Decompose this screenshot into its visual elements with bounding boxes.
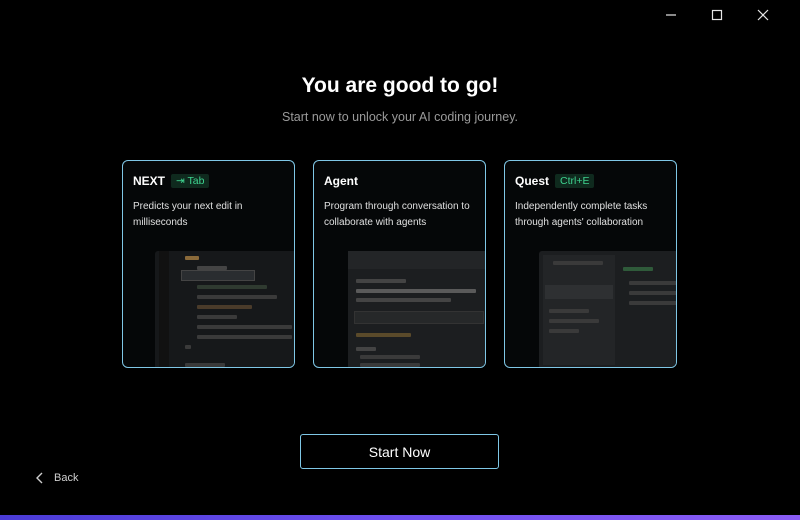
chat-preview-image <box>348 251 485 367</box>
code-preview-image <box>155 251 294 367</box>
accent-bar <box>0 515 800 520</box>
card-title: Quest <box>515 174 550 188</box>
minimize-button[interactable] <box>648 6 694 24</box>
page-title: You are good to go! <box>301 74 499 97</box>
shortcut-badge: ⇥ Tab <box>171 174 210 188</box>
back-label: Back <box>54 472 79 484</box>
card-agent[interactable]: Agent Program through conversation to co… <box>313 160 486 368</box>
card-next[interactable]: NEXT ⇥ Tab Predicts your next edit in mi… <box>122 160 295 368</box>
page-subtitle: Start now to unlock your AI coding journ… <box>281 110 518 124</box>
card-quest[interactable]: Quest Ctrl+E Independently complete task… <box>504 160 677 368</box>
quest-preview-image <box>539 251 676 367</box>
maximize-button[interactable] <box>694 6 740 24</box>
card-description: Predicts your next edit in milliseconds <box>133 201 243 228</box>
close-icon <box>757 9 769 21</box>
maximize-icon <box>711 9 723 21</box>
minimize-icon <box>666 14 676 16</box>
card-description: Program through conversation to collabor… <box>324 201 470 228</box>
close-button[interactable] <box>740 6 786 24</box>
card-title: Agent <box>324 174 358 188</box>
start-now-button[interactable]: Start Now <box>300 434 499 469</box>
back-button[interactable]: Back <box>36 472 78 484</box>
chevron-left-icon <box>36 472 43 484</box>
shortcut-badge: Ctrl+E <box>555 174 595 188</box>
window-controls <box>648 6 786 24</box>
card-title: NEXT <box>133 174 166 188</box>
card-description: Independently complete tasks through age… <box>515 201 648 228</box>
